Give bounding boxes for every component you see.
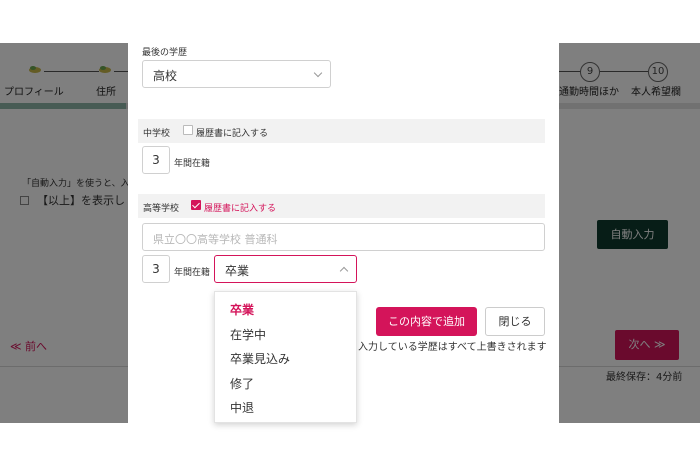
junior-high-years-label: 年間在籍 [174,159,211,169]
graduation-status-select[interactable]: 卒業 [214,255,357,283]
high-school-checkbox-label[interactable]: 履歴書に記入する [204,201,276,214]
junior-high-section: 中学校 履歴書に記入する [138,119,545,143]
junior-high-checkbox-label[interactable]: 履歴書に記入する [196,126,268,139]
high-school-title: 高等学校 [143,204,180,214]
high-school-years-input[interactable]: 3 [142,255,170,283]
junior-high-years-input[interactable]: 3 [142,146,170,174]
chevron-up-icon [339,266,349,276]
last-education-value: 高校 [153,69,178,83]
close-modal-button[interactable]: 閉じる [485,307,545,336]
overwrite-note: 入力している学歴はすべて上書きされます [358,342,547,353]
junior-high-checkbox[interactable] [183,125,193,135]
status-option[interactable]: 卒業 [230,301,254,318]
screen: プロフィール 住所 9 10 通勤時間ほか 本人希望欄 「自動入力」を使うと、入… [0,0,700,467]
add-education-button[interactable]: この内容で追加 [376,307,477,336]
last-education-label: 最後の学歴 [142,48,188,58]
high-school-checkbox[interactable] [191,200,201,210]
high-school-name-input[interactable]: 県立〇〇高等学校 普通科 [142,223,545,251]
chevron-down-icon [313,68,323,78]
status-option[interactable]: 中退 [230,399,254,416]
graduation-status-value: 卒業 [225,264,250,278]
status-option[interactable]: 修了 [230,375,254,392]
high-school-section: 高等学校 履歴書に記入する [138,194,545,218]
junior-high-title: 中学校 [143,129,171,139]
high-school-name-placeholder: 県立〇〇高等学校 普通科 [153,233,278,246]
status-option[interactable]: 卒業見込み [230,350,290,367]
last-education-select[interactable]: 高校 [142,60,331,88]
high-school-years-label: 年間在籍 [174,268,211,278]
status-option[interactable]: 在学中 [230,326,266,343]
graduation-status-dropdown: 卒業 在学中 卒業見込み 修了 中退 [214,291,357,423]
